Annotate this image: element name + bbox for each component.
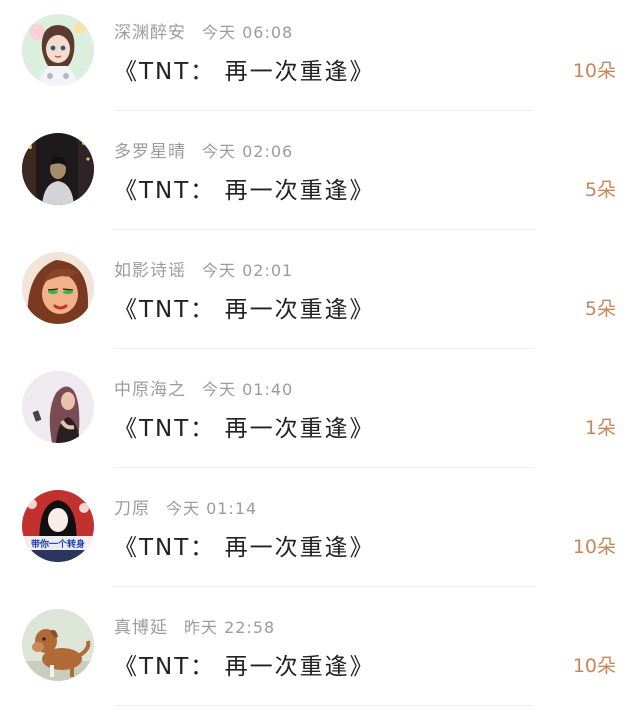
woman-portrait-avatar-icon [22, 371, 94, 443]
divider [114, 110, 534, 111]
cartoon-woman-avatar-icon [22, 252, 94, 324]
item-title[interactable]: 《TNT： 再一次重逢》 [114, 409, 375, 443]
avatar-caption: 带你一个转身 [31, 538, 85, 550]
avatar[interactable]: 带你一个转身 [22, 490, 94, 562]
list-item[interactable]: 带你一个转身 刀原 今天 01:14 《TNT： 再一次重逢》 10朵 [0, 476, 640, 595]
timestamp: 昨天 22:58 [184, 618, 276, 637]
username[interactable]: 多罗星晴 [114, 142, 186, 162]
username[interactable]: 深渊醉安 [114, 23, 186, 43]
divider [114, 705, 534, 706]
flower-count: 10朵 [572, 60, 616, 82]
timestamp: 今天 02:06 [202, 142, 294, 161]
flower-count: 10朵 [572, 536, 616, 558]
avatar[interactable] [22, 14, 94, 86]
item-meta: 多罗星晴 今天 02:06 [114, 137, 293, 162]
timestamp: 今天 01:14 [166, 499, 258, 518]
avatar[interactable] [22, 371, 94, 443]
divider [114, 467, 534, 468]
item-meta: 中原海之 今天 01:40 [114, 375, 293, 400]
dark-hair-girl-avatar-icon: 带你一个转身 [22, 490, 94, 562]
item-meta: 真博延 昨天 22:58 [114, 613, 275, 638]
item-meta: 如影诗谣 今天 02:01 [114, 256, 293, 281]
list-item[interactable]: 深渊醉安 今天 06:08 《TNT： 再一次重逢》 10朵 [0, 0, 640, 119]
username[interactable]: 刀原 [114, 499, 150, 519]
username[interactable]: 如影诗谣 [114, 261, 186, 281]
dog-avatar-icon [22, 609, 94, 681]
list-item[interactable]: 如影诗谣 今天 02:01 《TNT： 再一次重逢》 5朵 [0, 238, 640, 357]
list-item[interactable]: 中原海之 今天 01:40 《TNT： 再一次重逢》 1朵 [0, 357, 640, 476]
item-title[interactable]: 《TNT： 再一次重逢》 [114, 52, 375, 86]
item-title[interactable]: 《TNT： 再一次重逢》 [114, 647, 375, 681]
divider [114, 229, 534, 230]
item-meta: 深渊醉安 今天 06:08 [114, 18, 293, 43]
flower-count: 5朵 [584, 179, 616, 201]
divider [114, 348, 534, 349]
anime-girl-avatar-icon [22, 14, 94, 86]
avatar[interactable] [22, 252, 94, 324]
divider [114, 586, 534, 587]
avatar[interactable] [22, 133, 94, 205]
avatar[interactable] [22, 609, 94, 681]
item-title[interactable]: 《TNT： 再一次重逢》 [114, 528, 375, 562]
gift-feed-list: 深渊醉安 今天 06:08 《TNT： 再一次重逢》 10朵 多罗星晴 今天 02:… [0, 0, 640, 715]
timestamp: 今天 06:08 [202, 23, 294, 42]
username[interactable]: 中原海之 [114, 380, 186, 400]
man-street-night-avatar-icon [22, 133, 94, 205]
item-title[interactable]: 《TNT： 再一次重逢》 [114, 290, 375, 324]
flower-count: 5朵 [584, 298, 616, 320]
username[interactable]: 真博延 [114, 618, 168, 638]
item-title[interactable]: 《TNT： 再一次重逢》 [114, 171, 375, 205]
list-item[interactable]: 多罗星晴 今天 02:06 《TNT： 再一次重逢》 5朵 [0, 119, 640, 238]
item-meta: 刀原 今天 01:14 [114, 494, 257, 519]
flower-count: 10朵 [572, 655, 616, 677]
flower-count: 1朵 [584, 417, 616, 439]
timestamp: 今天 01:40 [202, 380, 294, 399]
list-item[interactable]: 真博延 昨天 22:58 《TNT： 再一次重逢》 10朵 [0, 595, 640, 714]
timestamp: 今天 02:01 [202, 261, 294, 280]
